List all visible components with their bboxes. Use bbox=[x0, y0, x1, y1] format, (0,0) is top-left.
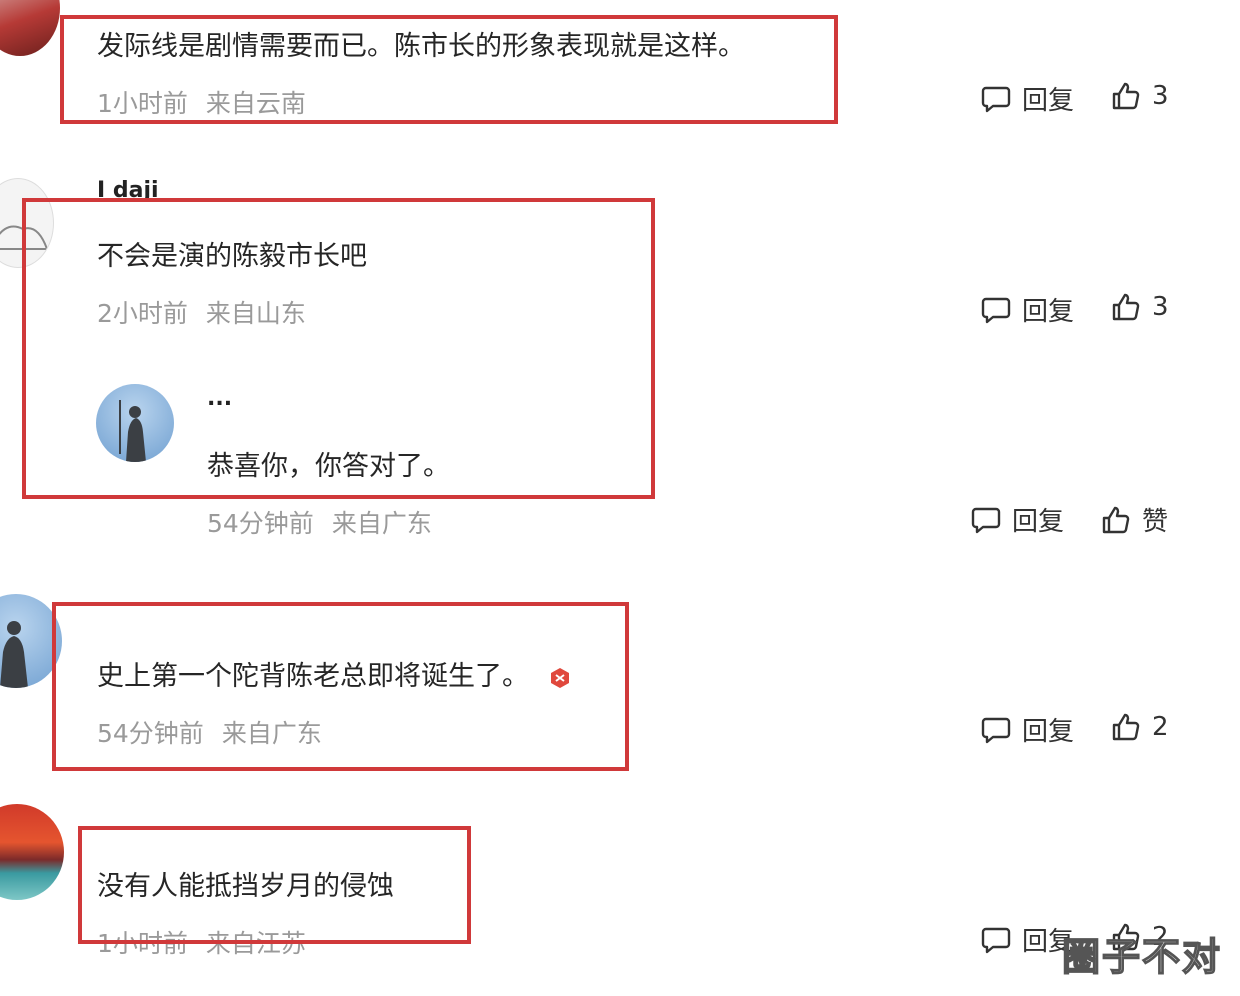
comment-bubble-icon bbox=[981, 927, 1011, 953]
like-button[interactable]: 3 bbox=[1110, 80, 1169, 112]
avatar[interactable] bbox=[0, 0, 60, 56]
like-count: 2 bbox=[1152, 712, 1169, 742]
comment-bubble-icon bbox=[981, 297, 1011, 323]
reply-button[interactable]: 回复 bbox=[980, 291, 1074, 328]
reply-time: 54分钟前 bbox=[207, 509, 314, 538]
thumbs-up-icon bbox=[1112, 82, 1140, 110]
like-count: 3 bbox=[1152, 292, 1169, 322]
highlight-box bbox=[22, 198, 655, 499]
reply-button[interactable]: 回复 bbox=[980, 80, 1074, 117]
reply-label: 回复 bbox=[1022, 86, 1075, 116]
reply-label: 回复 bbox=[1022, 717, 1075, 747]
thumbs-up-icon bbox=[1102, 506, 1130, 533]
highlight-box bbox=[60, 15, 838, 124]
reply-button[interactable]: 回复 bbox=[980, 921, 1074, 958]
highlight-box bbox=[78, 826, 471, 944]
avatar[interactable] bbox=[0, 804, 64, 900]
reply-meta: 54分钟前 来自广东 bbox=[207, 504, 432, 540]
like-label: 赞 bbox=[1142, 507, 1169, 537]
like-button[interactable]: 赞 bbox=[1100, 501, 1168, 538]
like-button[interactable]: 3 bbox=[1110, 291, 1169, 323]
thumbs-up-icon bbox=[1112, 293, 1140, 321]
like-count: 3 bbox=[1152, 81, 1169, 111]
comment-bubble-icon bbox=[981, 86, 1011, 112]
like-button[interactable]: 2 bbox=[1110, 711, 1169, 743]
watermark: 圈子不对 bbox=[1061, 934, 1223, 980]
comment-bubble-icon bbox=[981, 717, 1011, 743]
comment-bubble-icon bbox=[971, 507, 1001, 533]
reply-label: 回复 bbox=[1012, 507, 1065, 537]
comment-username[interactable]: I daji bbox=[97, 178, 159, 198]
reply-label: 回复 bbox=[1022, 297, 1075, 327]
highlight-box bbox=[52, 602, 629, 771]
reply-location: 来自广东 bbox=[331, 509, 432, 538]
reply-button[interactable]: 回复 bbox=[970, 501, 1064, 538]
reply-button[interactable]: 回复 bbox=[980, 711, 1074, 748]
thumbs-up-icon bbox=[1112, 713, 1140, 741]
